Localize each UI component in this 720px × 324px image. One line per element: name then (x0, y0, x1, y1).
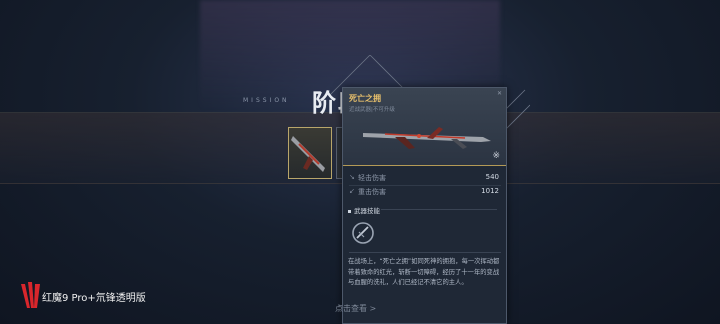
divider (349, 185, 501, 186)
skill-section-title: 武器技能 (348, 205, 380, 215)
stat-label: 轻击伤害 (358, 174, 386, 182)
weapon-thumbnail-icon (291, 136, 325, 172)
divider (349, 252, 501, 253)
weapon-slot-selected[interactable] (288, 127, 332, 179)
stat-value: 1012 (481, 187, 499, 195)
brand-watermark: 红魔9 Pro+氘锋透明版 (42, 293, 146, 304)
item-name: 死亡之拥 (349, 94, 381, 103)
close-icon[interactable]: ✕ (497, 90, 502, 97)
item-description: 在战场上，“死亡之拥”如同死神的拥抱，每一次挥动都带着致命的红光，斩断一切障碍，… (348, 258, 500, 287)
bottom-hint[interactable]: 点击查看 > (335, 303, 376, 314)
divider (381, 209, 497, 210)
stat-value: 540 (485, 173, 499, 181)
heavy-attack-icon: ↙ (349, 187, 355, 195)
light-attack-icon: ↘ (349, 173, 355, 181)
stage-subtitle: MISSION (243, 97, 290, 104)
item-type: 近战武器|不可升级 (349, 107, 395, 113)
item-tooltip: 死亡之拥 近战武器|不可升级 ✕ ※ ↘ 轻击伤害 540 ↙ 重击伤害 101… (342, 87, 507, 324)
stat-heavy-attack: ↙ 重击伤害 1012 (349, 187, 501, 199)
faction-emblem-icon: ※ (492, 151, 500, 161)
slash-skill-icon[interactable] (351, 221, 375, 245)
tooltip-header: 死亡之拥 近战武器|不可升级 ✕ ※ (343, 88, 506, 166)
weapon-image (363, 127, 491, 149)
red-magic-logo (21, 282, 40, 308)
stat-label: 重击伤害 (358, 188, 386, 196)
stat-light-attack: ↘ 轻击伤害 540 (349, 173, 501, 185)
